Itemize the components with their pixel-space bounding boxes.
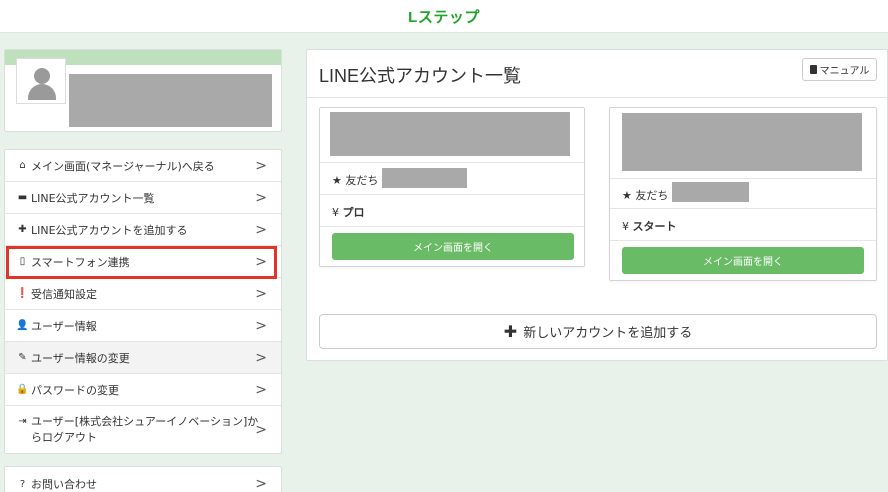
sidebar-item-label: ユーザー[株式会社シュアーイノベーション]からログアウト	[31, 415, 259, 444]
chevron-right-icon: >	[255, 317, 267, 334]
plus-icon: ✚	[18, 224, 27, 235]
add-account-button[interactable]: ✚ 新しいアカウントを追加する	[319, 314, 877, 349]
page-title: LINE公式アカウント一覧	[319, 66, 522, 86]
divider	[307, 97, 887, 98]
redacted-account-image	[622, 113, 862, 171]
user-icon: 👤	[16, 320, 29, 331]
yen-icon: ¥	[332, 206, 339, 219]
redacted-friend-count	[382, 168, 467, 188]
profile-card	[4, 49, 282, 132]
logout-icon: ⇥	[18, 416, 27, 427]
chevron-right-icon: >	[255, 189, 267, 206]
avatar-body-icon	[28, 84, 56, 100]
sidebar-item-smartphone[interactable]: ▯ スマートフォン連携 >	[5, 246, 281, 278]
chevron-right-icon: >	[255, 381, 267, 398]
divider	[610, 178, 876, 179]
divider	[610, 208, 876, 209]
divider	[320, 162, 584, 163]
sidebar-item-add-account[interactable]: ✚ LINE公式アカウントを追加する >	[5, 214, 281, 246]
divider	[320, 226, 584, 227]
sidebar-item-notifications[interactable]: ❗ 受信通知設定 >	[5, 278, 281, 310]
sidebar-item-label: ユーザー情報	[31, 319, 97, 333]
chevron-right-icon: >	[255, 221, 267, 238]
avatar	[16, 58, 66, 104]
account-list-panel: LINE公式アカウント一覧 マニュアル ★ 友だち ¥ プロ メイン画面を開く …	[306, 49, 888, 361]
sidebar-item-password[interactable]: 🔒 パスワードの変更 >	[5, 374, 281, 406]
sidebar-item-logout[interactable]: ⇥ ユーザー[株式会社シュアーイノベーション]からログアウト >	[5, 406, 281, 453]
sidebar-item-label: LINE公式アカウントを追加する	[31, 223, 188, 237]
alert-icon: ❗	[16, 288, 29, 299]
chevron-right-icon: >	[255, 253, 267, 270]
open-main-button[interactable]: メイン画面を開く	[332, 233, 574, 260]
brand-logo[interactable]: Lステップ	[408, 6, 480, 27]
redacted-friend-count	[672, 182, 749, 202]
manual-button-label: マニュアル	[819, 66, 870, 77]
sidebar-support-menu: ? お問い合わせ >	[4, 466, 282, 492]
sidebar-item-label: パスワードの変更	[31, 383, 119, 397]
friends-label: ★ 友だち	[622, 189, 669, 202]
top-header: Lステップ	[0, 0, 888, 33]
redacted-account-image	[330, 112, 570, 156]
book-icon	[809, 65, 817, 74]
add-account-label: 新しいアカウントを追加する	[523, 326, 693, 341]
home-icon: ⌂	[19, 160, 26, 171]
comment-icon: ▬	[17, 192, 28, 203]
redacted-user-name	[69, 74, 272, 127]
plan-name: スタート	[632, 220, 677, 233]
chevron-right-icon: >	[255, 476, 267, 492]
account-card: ★ 友だち ¥ スタート メイン画面を開く	[609, 107, 877, 281]
divider	[320, 194, 584, 195]
sidebar-item-main[interactable]: ⌂ メイン画面(マネージャーナル)へ戻る >	[5, 150, 281, 182]
account-card: ★ 友だち ¥ プロ メイン画面を開く	[319, 107, 585, 267]
plan-label: ¥ プロ	[332, 204, 365, 220]
pencil-icon: ✎	[18, 352, 27, 363]
sidebar-item-edit-user[interactable]: ✎ ユーザー情報の変更 >	[5, 342, 281, 374]
sidebar-item-account-list[interactable]: ▬ LINE公式アカウント一覧 >	[5, 182, 281, 214]
lock-icon: 🔒	[16, 384, 29, 395]
open-main-button[interactable]: メイン画面を開く	[622, 247, 864, 274]
sidebar-item-label: お問い合わせ	[31, 478, 97, 491]
phone-icon: ▯	[19, 256, 26, 267]
sidebar-item-label: LINE公式アカウント一覧	[31, 191, 155, 205]
sidebar-item-label: 受信通知設定	[31, 287, 97, 301]
sidebar-item-label: ユーザー情報の変更	[31, 351, 130, 365]
avatar-head-icon	[34, 68, 50, 84]
yen-icon: ¥	[622, 220, 629, 233]
chevron-right-icon: >	[255, 349, 267, 366]
chevron-right-icon: >	[255, 157, 267, 174]
plan-label: ¥ スタート	[622, 218, 677, 234]
plus-icon: ✚	[503, 322, 518, 341]
manual-button[interactable]: マニュアル	[802, 58, 877, 81]
chevron-right-icon: >	[255, 285, 267, 302]
chevron-right-icon: >	[255, 422, 267, 438]
help-icon: ?	[19, 478, 26, 490]
sidebar-item-user-info[interactable]: 👤 ユーザー情報 >	[5, 310, 281, 342]
sidebar-menu: ⌂ メイン画面(マネージャーナル)へ戻る > ▬ LINE公式アカウント一覧 >…	[4, 149, 282, 454]
sidebar-item-contact[interactable]: ? お問い合わせ >	[5, 468, 281, 492]
friends-label: ★ 友だち	[332, 174, 379, 187]
divider	[610, 240, 876, 241]
sidebar-item-label: メイン画面(マネージャーナル)へ戻る	[31, 159, 215, 173]
sidebar-item-label: スマートフォン連携	[31, 255, 130, 269]
plan-name: プロ	[342, 206, 365, 219]
